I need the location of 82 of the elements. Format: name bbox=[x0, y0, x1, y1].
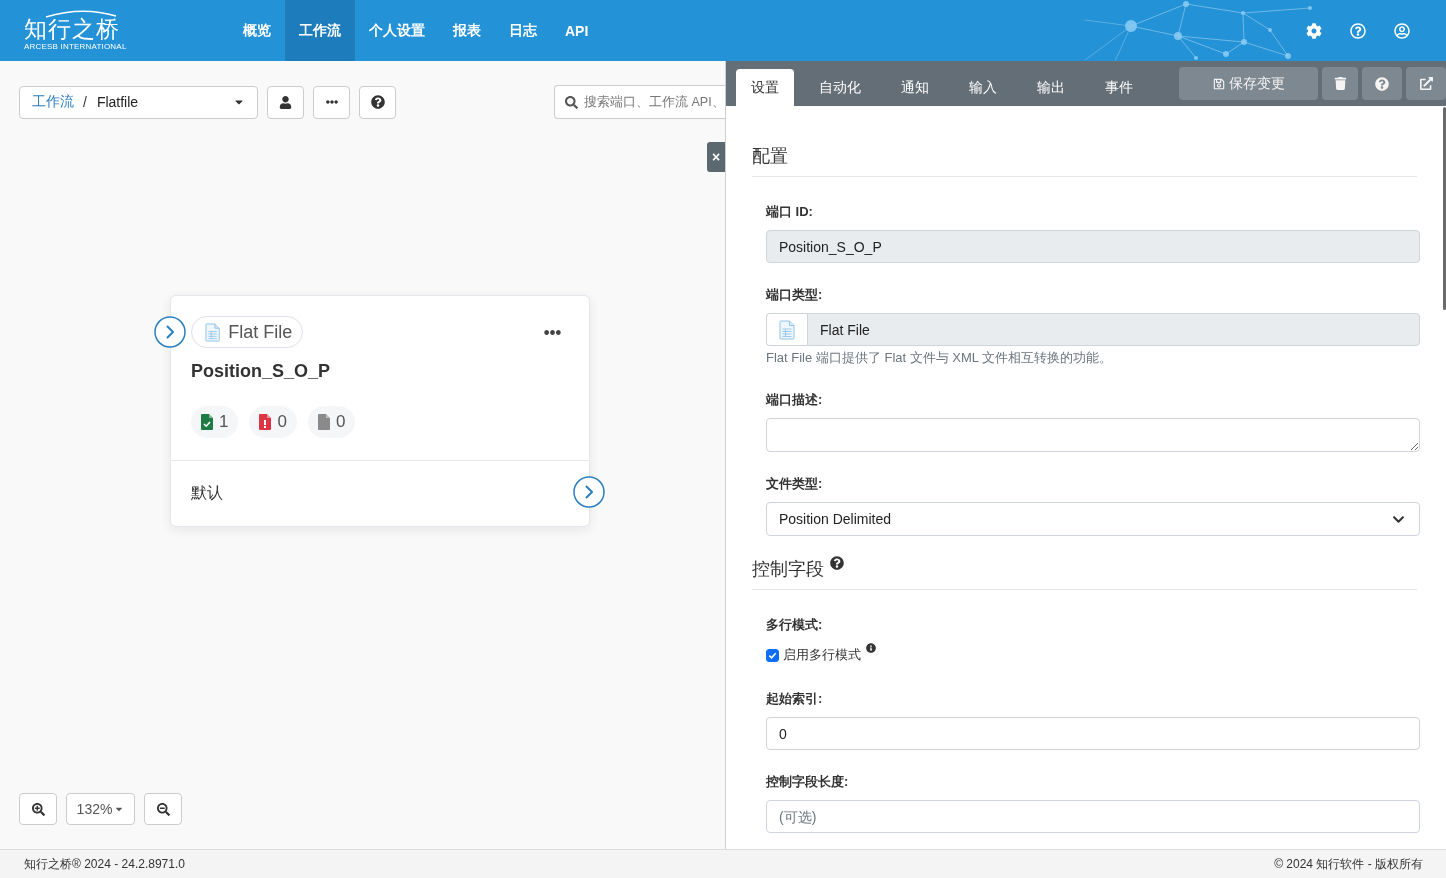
breadcrumb-dropdown[interactable]: 工作流 / Flatfile bbox=[19, 85, 258, 119]
file-count: 0 bbox=[335, 412, 346, 432]
close-panel-button[interactable]: × bbox=[707, 142, 725, 172]
port-chevron-icon[interactable] bbox=[573, 476, 605, 508]
nav-item[interactable]: 个人设置 bbox=[355, 0, 439, 61]
zoom-out-icon bbox=[156, 802, 170, 816]
version-text: 知行之桥® 2024 - 24.2.8971.0 bbox=[24, 855, 185, 873]
logo-swoosh-icon bbox=[44, 9, 118, 18]
port-id-field[interactable]: Position_S_O_P bbox=[766, 230, 1420, 263]
nav-item[interactable]: 工作流 bbox=[285, 0, 355, 61]
tab[interactable]: 输入 bbox=[954, 69, 1012, 106]
file-count-pill[interactable]: 0 bbox=[249, 406, 297, 438]
search-field[interactable]: 搜索端口、工作流 API、 bbox=[554, 85, 725, 119]
file-icon bbox=[317, 414, 330, 430]
save-icon bbox=[1212, 77, 1225, 90]
node-title: Position_S_O_P bbox=[191, 360, 331, 383]
port-type-field[interactable]: Flat File bbox=[807, 313, 1420, 346]
tab[interactable]: 设置 bbox=[736, 69, 794, 106]
tab[interactable]: 输出 bbox=[1022, 69, 1080, 106]
scrollbar-thumb[interactable] bbox=[1443, 107, 1446, 310]
help-button[interactable] bbox=[359, 85, 396, 119]
more-button[interactable] bbox=[313, 85, 350, 119]
field-label: 控制字段长度: bbox=[766, 773, 849, 791]
user-icon bbox=[279, 95, 292, 109]
save-button[interactable]: 保存变更 bbox=[1179, 67, 1318, 100]
output-label: 默认 bbox=[191, 483, 223, 503]
field-label: 端口 ID: bbox=[766, 203, 813, 221]
check-icon bbox=[768, 650, 777, 660]
file-count: 0 bbox=[277, 412, 287, 432]
help-text: Flat File 端口提供了 Flat 文件与 XML 文件相互转换的功能。 bbox=[766, 349, 1113, 367]
tab[interactable]: 自动化 bbox=[804, 69, 876, 106]
breadcrumb-current: Flatfile bbox=[96, 94, 139, 110]
section-title: 配置 bbox=[752, 145, 788, 167]
help-icon bbox=[370, 95, 385, 109]
help-icon[interactable] bbox=[830, 556, 844, 570]
copyright-text: © 2024 知行软件 - 版权所有 bbox=[1274, 855, 1423, 873]
settings-icon bbox=[1306, 22, 1322, 39]
checkbox-label: 启用多行模式 bbox=[783, 646, 861, 664]
file-warning-icon bbox=[259, 414, 272, 430]
description-field[interactable] bbox=[766, 418, 1420, 452]
zoom-in-icon bbox=[31, 802, 45, 816]
zoom-in-button[interactable] bbox=[19, 793, 57, 825]
document-icon bbox=[779, 319, 795, 340]
nav-item[interactable]: 日志 bbox=[495, 0, 551, 61]
port-chevron-icon[interactable] bbox=[154, 316, 186, 348]
checkbox[interactable] bbox=[766, 648, 779, 662]
field-label: 端口描述: bbox=[766, 391, 823, 409]
field-label: 多行模式: bbox=[766, 616, 823, 634]
field-label: 起始索引: bbox=[766, 690, 823, 708]
file-type-select[interactable]: Position Delimited bbox=[766, 502, 1420, 536]
section-title: 控制字段 bbox=[752, 558, 824, 580]
text-field[interactable]: (可选) bbox=[766, 800, 1420, 833]
file-check-icon bbox=[201, 414, 213, 430]
open-external-button[interactable] bbox=[1406, 67, 1446, 100]
text-field[interactable]: 0 bbox=[766, 717, 1420, 750]
tab[interactable]: 通知 bbox=[886, 69, 944, 106]
nav-item[interactable]: 概览 bbox=[229, 0, 285, 61]
port-node-card[interactable]: Flat File Position_S_O_P 1 0 0 默认 bbox=[170, 295, 590, 527]
port-type-label: Flat File bbox=[228, 321, 293, 343]
search-icon bbox=[565, 96, 578, 109]
delete-button[interactable] bbox=[1322, 67, 1358, 100]
nav-item[interactable]: API bbox=[551, 0, 603, 61]
logo-tagline: ARCESB INTERNATIONAL bbox=[24, 42, 127, 51]
file-count-pill[interactable]: 0 bbox=[307, 406, 356, 438]
breadcrumb-link[interactable]: 工作流 bbox=[32, 93, 74, 111]
help-icon bbox=[1350, 22, 1366, 39]
help-icon bbox=[1375, 76, 1389, 91]
zoom-dropdown[interactable]: 132% bbox=[66, 793, 135, 825]
tab[interactable]: 事件 bbox=[1090, 69, 1148, 106]
field-label: 端口类型: bbox=[766, 286, 823, 304]
breadcrumb-separator: / bbox=[83, 94, 87, 110]
field-label: 文件类型: bbox=[766, 475, 823, 493]
info-icon[interactable] bbox=[866, 643, 876, 653]
logo-text: 知行之桥 bbox=[24, 16, 120, 42]
nav-item[interactable]: 报表 bbox=[439, 0, 495, 61]
zoom-out-button[interactable] bbox=[144, 793, 182, 825]
user-button[interactable] bbox=[267, 85, 304, 119]
file-count: 1 bbox=[219, 412, 229, 432]
trash-icon bbox=[1333, 77, 1347, 90]
document-icon bbox=[205, 322, 221, 342]
file-count-pill[interactable]: 1 bbox=[191, 406, 239, 438]
external-link-icon bbox=[1419, 77, 1433, 90]
